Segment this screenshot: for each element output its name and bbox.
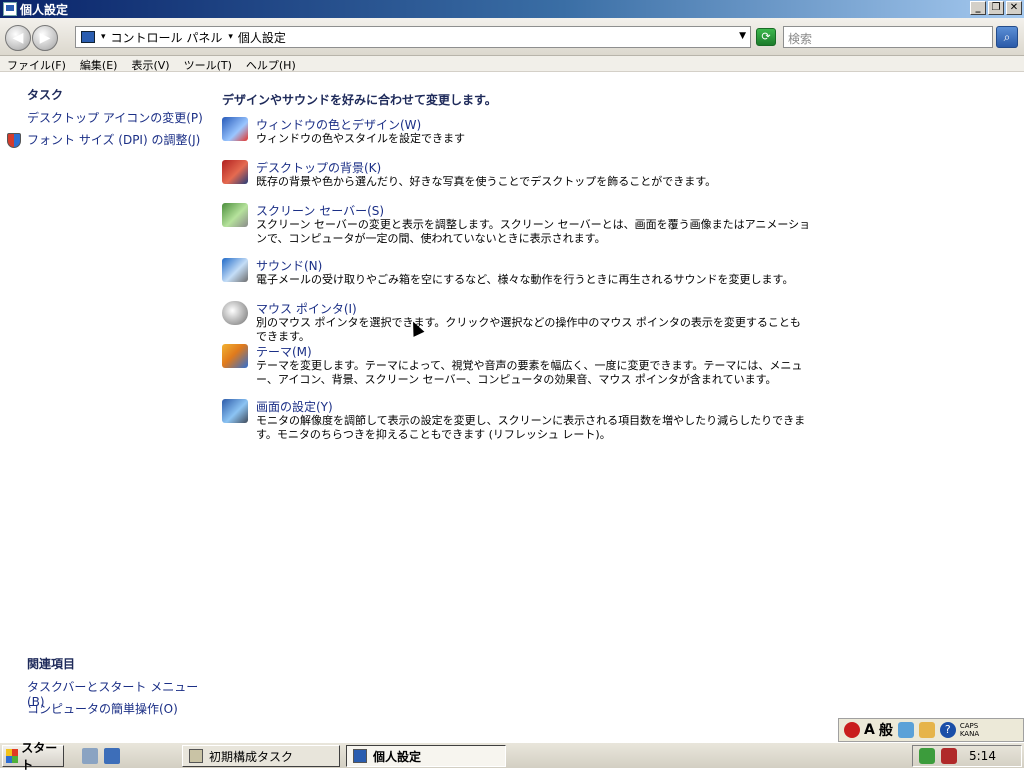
control-panel-icon bbox=[81, 31, 95, 43]
ime-mode-label[interactable]: 般 bbox=[879, 720, 893, 740]
start-button[interactable]: スタート bbox=[2, 741, 64, 772]
task-pane: タスク デスクトップ アイコンの変更(P) フォント サイズ (DPI) の調整… bbox=[0, 72, 210, 718]
window-title: 個人設定 bbox=[20, 2, 69, 17]
menu-edit[interactable]: 編集(E) bbox=[73, 56, 125, 72]
item-title[interactable]: マウス ポインタ(I) bbox=[256, 300, 357, 317]
address-box[interactable]: ▾ コントロール パネル ▾ 個人設定 ▼ bbox=[75, 26, 751, 48]
kana-label: KANA bbox=[959, 730, 980, 738]
desktop-background-item[interactable]: デスクトップの背景(K) 既存の背景や色から選んだり、好きな写真を使うことでデス… bbox=[222, 159, 812, 193]
ease-of-access-link[interactable]: コンピュータの簡単操作(O) bbox=[27, 700, 178, 717]
item-title[interactable]: テーマ(M) bbox=[256, 343, 312, 360]
refresh-button[interactable]: ⟳ bbox=[756, 28, 776, 46]
title-bar: 個人設定 _ ❐ ✕ bbox=[0, 0, 1024, 18]
desktop-background-icon[interactable] bbox=[222, 160, 248, 184]
menu-file[interactable]: ファイル(F) bbox=[0, 56, 73, 72]
initial-config-icon bbox=[189, 749, 203, 763]
minimize-button[interactable]: _ bbox=[970, 1, 986, 15]
breadcrumb-personalization[interactable]: 個人設定 bbox=[238, 29, 286, 46]
item-title[interactable]: 画面の設定(Y) bbox=[256, 398, 333, 415]
display-settings-icon[interactable] bbox=[222, 399, 248, 423]
item-description: テーマを変更します。テーマによって、視覚や音声の要素を幅広く、一度に変更できます… bbox=[256, 359, 803, 386]
theme-icon[interactable] bbox=[222, 344, 248, 368]
windows-logo-icon bbox=[6, 749, 19, 763]
sound-item[interactable]: サウンド(N) 電子メールの受け取りやごみ箱を空にするなど、様々な動作を行うとき… bbox=[222, 257, 812, 291]
taskbar-button-personalization[interactable]: 個人設定 bbox=[346, 745, 506, 767]
search-button[interactable]: ⌕ bbox=[996, 26, 1018, 48]
system-tray: 5:14 bbox=[912, 745, 1022, 767]
language-bar: A 般 ? CAPS KANA bbox=[838, 718, 1024, 742]
taskbar-button-initial-config[interactable]: 初期構成タスク bbox=[182, 745, 340, 767]
item-description: モニタの解像度を調節して表示の設定を変更し、スクリーンに表示される項目数を増やし… bbox=[256, 414, 806, 441]
back-button[interactable]: ◀ bbox=[5, 25, 31, 51]
help-icon[interactable]: ? bbox=[939, 722, 956, 738]
window-color-item[interactable]: ウィンドウの色とデザイン(W) ウィンドウの色やスタイルを設定できます bbox=[222, 116, 812, 150]
caps-label: CAPS bbox=[959, 722, 979, 730]
breadcrumb-chevron-icon[interactable]: ▾ bbox=[228, 32, 233, 42]
window-controls: _ ❐ ✕ bbox=[970, 1, 1022, 15]
breadcrumb-chevron-icon[interactable]: ▾ bbox=[101, 32, 106, 42]
mouse-pointer-item[interactable]: マウス ポインタ(I) 別のマウス ポインタを選択できます。クリックや選択などの… bbox=[222, 300, 812, 343]
menu-view[interactable]: 表示(V) bbox=[124, 56, 176, 72]
theme-item[interactable]: テーマ(M) テーマを変更します。テーマによって、視覚や音声の要素を幅広く、一度… bbox=[222, 343, 812, 389]
personalization-icon bbox=[3, 2, 17, 16]
clock[interactable]: 5:14 bbox=[969, 749, 996, 763]
screensaver-icon[interactable] bbox=[222, 203, 248, 227]
item-title[interactable]: デスクトップの背景(K) bbox=[256, 159, 381, 176]
uac-shield-icon bbox=[7, 133, 21, 148]
address-dropdown-icon[interactable]: ▼ bbox=[739, 31, 746, 41]
address-toolbar: ◀ ▶ ▾ コントロール パネル ▾ 個人設定 ▼ ⟳ 検索 ⌕ bbox=[0, 18, 1024, 56]
item-title[interactable]: ウィンドウの色とデザイン(W) bbox=[256, 116, 421, 133]
item-description: ウィンドウの色やスタイルを設定できます bbox=[256, 132, 465, 145]
window-colors-icon[interactable] bbox=[222, 117, 248, 141]
ime-pad-icon[interactable] bbox=[897, 722, 914, 738]
adjust-font-size-link[interactable]: フォント サイズ (DPI) の調整(J) bbox=[27, 131, 200, 148]
page-title: デザインやサウンドを好みに合わせて変更します。 bbox=[222, 93, 497, 107]
dictionary-icon[interactable] bbox=[918, 722, 935, 738]
related-heading: 関連項目 bbox=[27, 657, 76, 671]
network-icon[interactable] bbox=[919, 748, 935, 764]
input-mode[interactable]: A bbox=[864, 722, 875, 738]
task-label: 個人設定 bbox=[373, 749, 422, 764]
forward-button[interactable]: ▶ bbox=[32, 25, 58, 51]
sound-icon[interactable] bbox=[222, 258, 248, 282]
screensaver-item[interactable]: スクリーン セーバー(S) スクリーン セーバーの変更と表示を調整します。スクリ… bbox=[222, 202, 812, 248]
tasks-heading: タスク bbox=[27, 88, 64, 102]
show-desktop-icon[interactable] bbox=[104, 748, 120, 764]
display-settings-item[interactable]: 画面の設定(Y) モニタの解像度を調節して表示の設定を変更し、スクリーンに表示さ… bbox=[222, 398, 812, 444]
caps-kana-indicator: CAPS KANA bbox=[960, 722, 979, 738]
ime-icon[interactable] bbox=[844, 722, 860, 738]
mouse-pointer-icon[interactable] bbox=[222, 301, 248, 325]
item-description: 別のマウス ポインタを選択できます。クリックや選択などの操作中のマウス ポインタ… bbox=[256, 316, 801, 343]
task-label: 初期構成タスク bbox=[209, 749, 294, 764]
item-description: スクリーン セーバーの変更と表示を調整します。スクリーン セーバーとは、画面を覆… bbox=[256, 218, 811, 245]
menu-tools[interactable]: ツール(T) bbox=[177, 56, 239, 72]
item-title[interactable]: スクリーン セーバー(S) bbox=[256, 202, 384, 219]
breadcrumb-control-panel[interactable]: コントロール パネル bbox=[111, 29, 223, 46]
item-description: 電子メールの受け取りやごみ箱を空にするなど、様々な動作を行うときに再生されるサウ… bbox=[256, 273, 794, 286]
item-description: 既存の背景や色から選んだり、好きな写真を使うことでデスクトップを飾ることができま… bbox=[256, 175, 717, 188]
change-desktop-icons-link[interactable]: デスクトップ アイコンの変更(P) bbox=[27, 109, 203, 126]
server-manager-icon[interactable] bbox=[82, 748, 98, 764]
restore-button[interactable]: ❐ bbox=[988, 1, 1004, 15]
search-input[interactable]: 検索 bbox=[783, 26, 993, 48]
close-button[interactable]: ✕ bbox=[1006, 1, 1022, 15]
item-title[interactable]: サウンド(N) bbox=[256, 257, 322, 274]
personalization-icon bbox=[353, 749, 367, 763]
taskbar: スタート 初期構成タスク 個人設定 5:14 bbox=[0, 741, 1024, 772]
volume-muted-icon[interactable] bbox=[941, 748, 957, 764]
menu-bar: ファイル(F) 編集(E) 表示(V) ツール(T) ヘルプ(H) bbox=[0, 56, 1024, 72]
menu-help[interactable]: ヘルプ(H) bbox=[239, 56, 303, 72]
